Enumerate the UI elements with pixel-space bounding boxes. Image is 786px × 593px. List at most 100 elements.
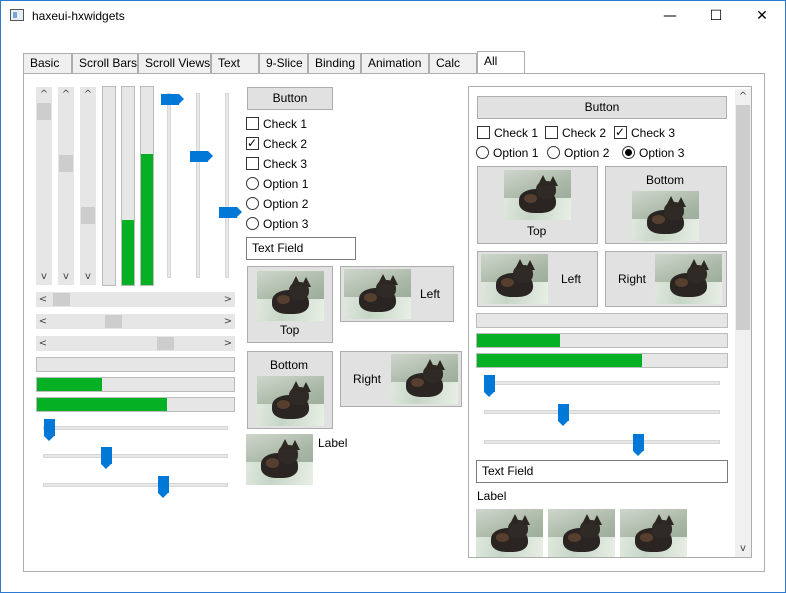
horizontal-scrollbar-1[interactable]: < >	[36, 292, 235, 307]
maximize-button[interactable]: ☐	[693, 1, 739, 31]
scroll-up-icon[interactable]: ^	[735, 89, 751, 105]
radio-circle[interactable]	[622, 146, 635, 159]
checkbox-box[interactable]	[246, 117, 259, 130]
checkbox-box[interactable]	[246, 135, 259, 151]
scroll-left-icon[interactable]: <	[36, 292, 50, 307]
checkbox-box[interactable]	[246, 157, 259, 170]
scroll-down-icon[interactable]: v	[80, 269, 96, 285]
scroll-right-icon[interactable]: >	[221, 336, 235, 351]
option-3[interactable]: Option 3	[246, 216, 308, 232]
tab-calc[interactable]: Calc	[429, 53, 477, 74]
horizontal-slider-1-thumb[interactable]	[44, 419, 55, 441]
all-slider-3-thumb[interactable]	[633, 434, 644, 456]
scroll-right-icon[interactable]: >	[221, 292, 235, 307]
image-button-caption: Left	[420, 287, 441, 301]
check-3[interactable]: Check 3	[246, 156, 307, 172]
all-option-1[interactable]: Option 1	[476, 145, 538, 161]
all-slider-2-track[interactable]	[484, 410, 720, 414]
image-button-right[interactable]: Right	[340, 351, 462, 407]
radio-circle[interactable]	[476, 146, 489, 159]
all-image-button-bottom[interactable]: Bottom	[605, 166, 727, 244]
vertical-slider-1-thumb[interactable]	[161, 94, 184, 105]
vertical-scrollbar-1[interactable]: ^ v	[36, 87, 52, 285]
horizontal-slider-2-thumb[interactable]	[101, 447, 112, 469]
scrollbar-thumb[interactable]	[105, 315, 122, 328]
all-button[interactable]: Button	[477, 96, 727, 119]
all-slider-1-track[interactable]	[484, 381, 720, 385]
tab-text[interactable]: Text	[211, 53, 259, 74]
check-label: Check 3	[631, 126, 676, 140]
scroll-left-icon[interactable]: <	[36, 314, 50, 329]
cat-image	[257, 376, 324, 426]
all-image-button-left[interactable]: Left	[477, 251, 598, 307]
vertical-slider-1-track[interactable]	[167, 93, 171, 278]
horizontal-slider-2-track[interactable]	[43, 454, 228, 458]
scrollbar-thumb[interactable]	[736, 105, 750, 330]
image-button-bottom[interactable]: Bottom	[247, 351, 333, 429]
all-image-button-top[interactable]: Top	[477, 166, 598, 244]
all-slider-3-track[interactable]	[484, 440, 720, 444]
tab-all[interactable]: All	[477, 51, 525, 73]
radio-circle[interactable]	[246, 197, 259, 210]
radio-circle[interactable]	[246, 217, 259, 230]
radio-circle[interactable]	[246, 177, 259, 190]
check-1[interactable]: Check 1	[246, 116, 307, 132]
vertical-slider-2-track[interactable]	[196, 93, 200, 278]
scroll-right-icon[interactable]: >	[221, 314, 235, 329]
all-option-2[interactable]: Option 2	[547, 145, 609, 161]
horizontal-scrollbar-2[interactable]: < >	[36, 314, 235, 329]
horizontal-slider-3-thumb[interactable]	[158, 476, 169, 498]
scroll-down-icon[interactable]: v	[58, 269, 74, 285]
radio-circle[interactable]	[547, 146, 560, 159]
scroll-down-icon[interactable]: v	[735, 541, 751, 557]
all-check-3[interactable]: Check 3	[614, 124, 676, 141]
scrollbar-thumb[interactable]	[157, 337, 174, 350]
scrollbar-thumb[interactable]	[59, 155, 73, 172]
horizontal-slider-3-track[interactable]	[43, 483, 228, 487]
tab-scroll-bars[interactable]: Scroll Bars	[72, 53, 138, 74]
image-button-left[interactable]: Left	[340, 266, 454, 322]
vertical-slider-3-track[interactable]	[225, 93, 229, 278]
vertical-scrollbar-2[interactable]: ^ v	[58, 87, 74, 285]
scrollbar-thumb[interactable]	[53, 293, 70, 306]
scroll-up-icon[interactable]: ^	[58, 87, 74, 103]
close-button[interactable]: ✕	[739, 1, 785, 31]
option-2[interactable]: Option 2	[246, 196, 308, 212]
text-field[interactable]: Text Field	[246, 237, 356, 260]
horizontal-slider-1-track[interactable]	[43, 426, 228, 430]
image-button-top[interactable]: Top	[247, 266, 333, 343]
option-label: Option 1	[493, 146, 539, 160]
scroll-up-icon[interactable]: ^	[36, 87, 52, 103]
checkbox-box[interactable]	[477, 126, 490, 139]
scrollbar-thumb[interactable]	[81, 207, 95, 224]
checkbox-box[interactable]	[614, 124, 627, 140]
all-slider-2-thumb[interactable]	[558, 404, 569, 426]
horizontal-scrollbar-3[interactable]: < >	[36, 336, 235, 351]
vertical-slider-2-thumb[interactable]	[190, 151, 213, 162]
scrollbar-thumb[interactable]	[37, 103, 51, 120]
all-scrollview[interactable]: Button Check 1 Check 2 Check 3 Option 1 …	[468, 86, 752, 558]
button[interactable]: Button	[247, 87, 333, 110]
tab-animation[interactable]: Animation	[361, 53, 429, 74]
all-check-2[interactable]: Check 2	[545, 125, 606, 141]
option-label: Option 3	[263, 217, 309, 231]
option-1[interactable]: Option 1	[246, 176, 308, 192]
all-image-button-right[interactable]: Right	[605, 251, 727, 307]
tab-binding[interactable]: Binding	[308, 53, 361, 74]
all-check-1[interactable]: Check 1	[477, 125, 538, 141]
all-slider-1-thumb[interactable]	[484, 375, 495, 397]
tab-9-slice[interactable]: 9-Slice	[259, 53, 308, 74]
checkbox-box[interactable]	[545, 126, 558, 139]
scroll-down-icon[interactable]: v	[36, 269, 52, 285]
check-2[interactable]: Check 2	[246, 135, 307, 152]
scroll-left-icon[interactable]: <	[36, 336, 50, 351]
tab-scroll-views[interactable]: Scroll Views	[138, 53, 211, 74]
vertical-scrollbar-3[interactable]: ^ v	[80, 87, 96, 285]
all-option-3[interactable]: Option 3	[622, 145, 684, 161]
vertical-slider-3-thumb[interactable]	[219, 207, 242, 218]
all-text-field[interactable]: Text Field	[476, 460, 728, 483]
minimize-button[interactable]: —	[647, 1, 693, 31]
scroll-up-icon[interactable]: ^	[80, 87, 96, 103]
tab-basic[interactable]: Basic	[23, 53, 72, 74]
all-vertical-scrollbar[interactable]: ^ v	[735, 89, 751, 557]
